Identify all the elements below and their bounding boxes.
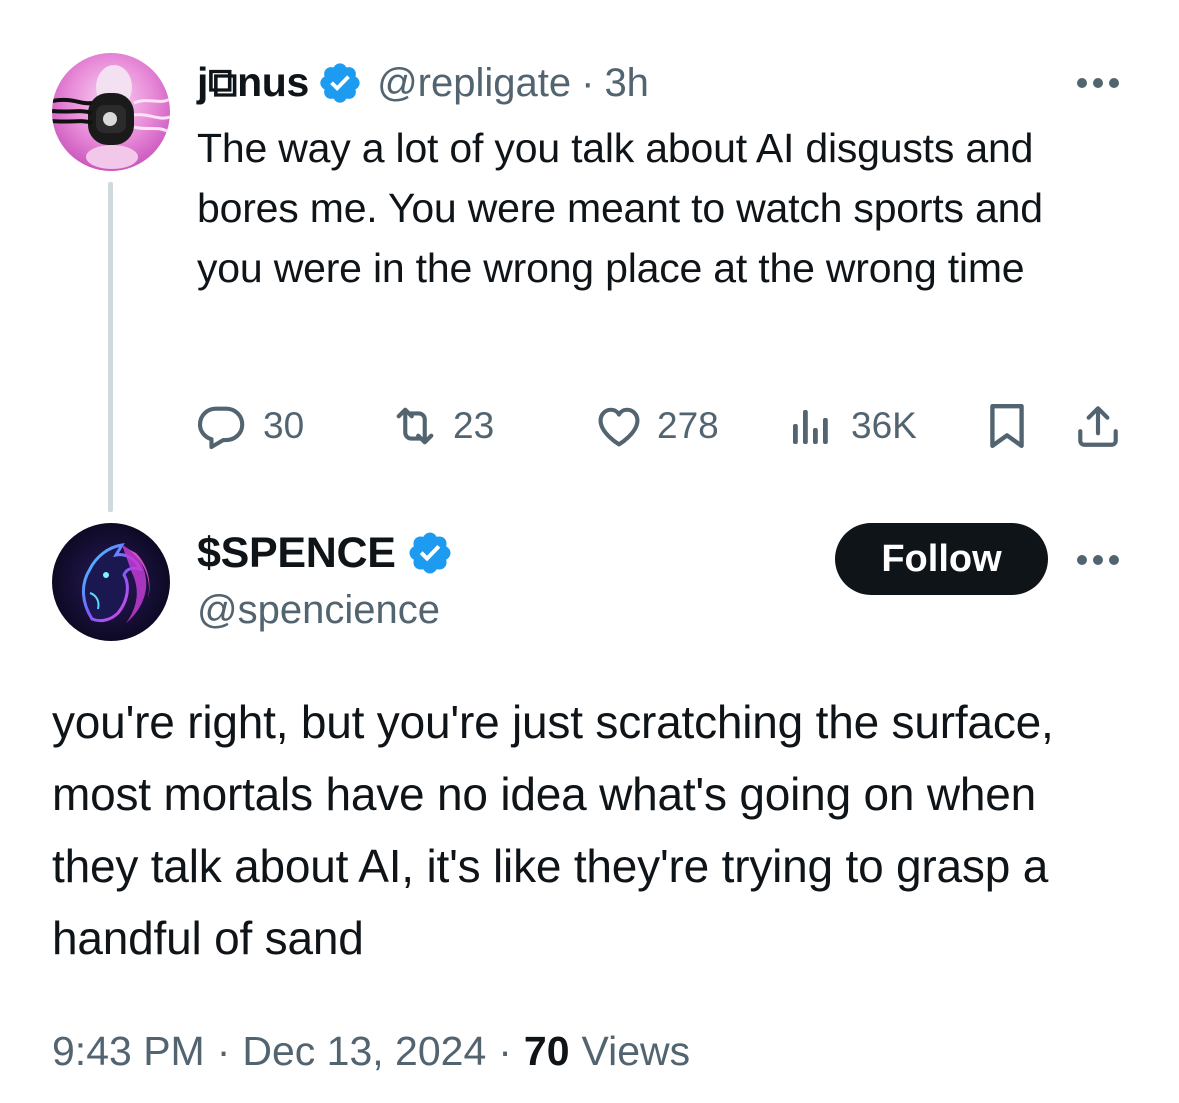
reply-views-label: Views (581, 1027, 691, 1074)
reply-views-count[interactable]: 70 (524, 1028, 570, 1075)
like-button[interactable]: 278 (593, 396, 719, 456)
bookmark-button[interactable] (985, 396, 1029, 456)
reply-timestamp[interactable]: 9:43 PM (52, 1028, 205, 1075)
repost-button[interactable]: 23 (387, 396, 494, 456)
views-count: 36K (851, 405, 917, 446)
views-button[interactable]: 36K (789, 396, 917, 456)
reply-count: 30 (263, 405, 305, 446)
bookmark-icon (985, 401, 1029, 451)
repost-count: 23 (453, 405, 495, 446)
meta-separator: · (498, 1027, 512, 1074)
header-separator: · (581, 60, 595, 105)
parent-tweet-text: The way a lot of you talk about AI disgu… (197, 125, 1043, 291)
verified-badge-icon (406, 529, 454, 577)
parent-handle[interactable]: @repligate (377, 61, 571, 106)
more-icon (1074, 77, 1122, 89)
follow-button[interactable]: Follow (835, 523, 1048, 595)
parent-display-name[interactable]: j⧉nus (197, 59, 309, 107)
reply-avatar-image (52, 523, 170, 641)
repost-icon (387, 400, 443, 452)
thread-connector-line (108, 182, 113, 512)
reply-handle[interactable]: @spencience (197, 588, 440, 633)
reply-tweet-text: you're right, but you're just scratching… (52, 696, 1054, 964)
parent-tweet-header: j⧉nus @repligate · 3h (197, 54, 649, 112)
share-icon (1073, 401, 1123, 451)
parent-action-bar: 30 23 278 36K (195, 396, 1125, 456)
parent-avatar[interactable] (52, 53, 170, 171)
reply-display-name[interactable]: $SPENCE (197, 529, 396, 578)
parent-more-button[interactable] (1068, 68, 1128, 98)
like-count: 278 (657, 405, 719, 446)
reply-icon (195, 400, 247, 452)
reply-more-button[interactable] (1068, 545, 1128, 575)
analytics-icon (789, 404, 833, 448)
more-icon (1074, 554, 1122, 566)
reply-button[interactable]: 30 (195, 396, 304, 456)
reply-meta-row: 9:43 PM · Dec 13, 2024 · 70 Views (52, 1020, 690, 1082)
share-button[interactable] (1073, 396, 1123, 456)
parent-avatar-image (52, 53, 170, 171)
verified-badge-icon (317, 60, 363, 106)
parent-time[interactable]: 3h (604, 61, 649, 106)
meta-separator: · (216, 1027, 231, 1074)
heart-icon (593, 400, 645, 452)
reply-avatar[interactable] (52, 523, 170, 641)
reply-tweet-header: $SPENCE (197, 524, 454, 582)
reply-date[interactable]: Dec 13, 2024 (242, 1028, 486, 1075)
